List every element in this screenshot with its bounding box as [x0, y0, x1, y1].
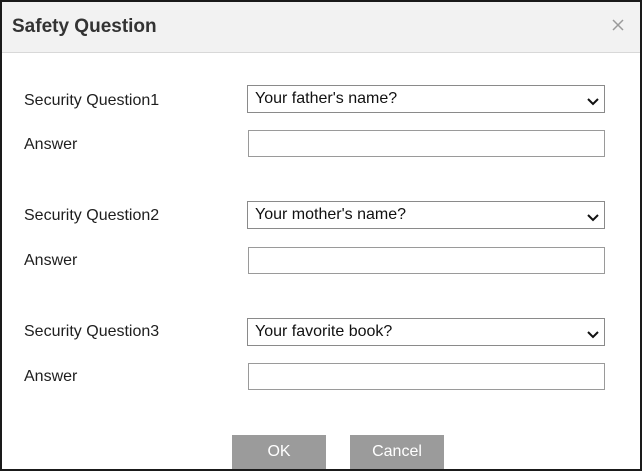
answer2-input[interactable]	[248, 247, 605, 274]
chevron-down-icon	[587, 327, 599, 339]
ok-button[interactable]: OK	[232, 435, 326, 469]
security-question3-value: Your favorite book?	[255, 323, 393, 340]
close-icon[interactable]	[608, 15, 628, 35]
security-question1-label: Security Question1	[24, 92, 160, 109]
security-question3-select[interactable]: Your favorite book?	[247, 318, 605, 346]
answer1-input[interactable]	[248, 130, 605, 157]
answer3-label: Answer	[24, 368, 78, 385]
security-question1-value: Your father's name?	[255, 90, 398, 107]
security-question2-value: Your mother's name?	[255, 206, 406, 223]
security-question1-select[interactable]: Your father's name?	[247, 85, 605, 113]
dialog-title-bar: Safety Question	[2, 2, 640, 53]
chevron-down-icon	[587, 210, 599, 222]
answer3-input[interactable]	[248, 363, 605, 390]
security-question2-select[interactable]: Your mother's name?	[247, 201, 605, 229]
security-question3-label: Security Question3	[24, 323, 160, 340]
cancel-button[interactable]: Cancel	[350, 435, 444, 469]
chevron-down-icon	[587, 94, 599, 106]
answer1-label: Answer	[24, 136, 78, 153]
answer2-label: Answer	[24, 252, 78, 269]
security-question2-label: Security Question2	[24, 207, 160, 224]
dialog-title: Safety Question	[12, 16, 157, 37]
safety-question-dialog: Safety Question Security Question1 Your …	[0, 0, 642, 471]
